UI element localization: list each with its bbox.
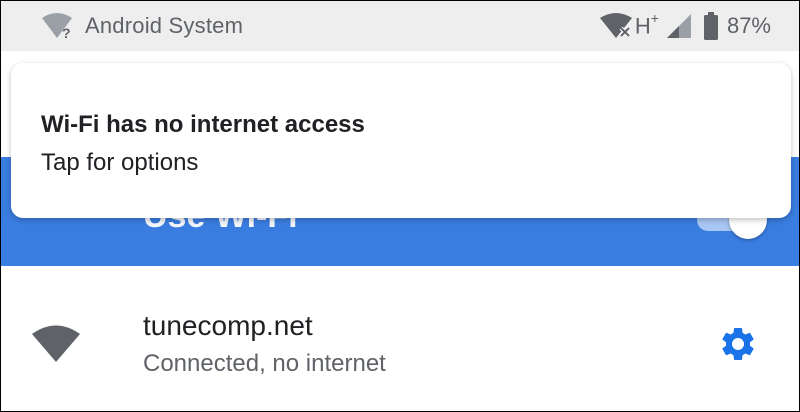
- notification-text: Tap for options: [41, 149, 199, 176]
- battery-icon: [703, 12, 718, 40]
- gear-icon[interactable]: [718, 324, 758, 364]
- wifi-signal-icon: [32, 325, 80, 362]
- network-name: tunecomp.net: [143, 310, 313, 341]
- status-bar: ? Android System H+ 87%: [1, 1, 799, 51]
- cell-signal-icon: [666, 14, 691, 38]
- svg-text:?: ?: [62, 25, 71, 40]
- status-app-name: Android System: [85, 13, 244, 38]
- network-type-indicator: H+: [634, 10, 659, 39]
- no-internet-notification[interactable]: Wi-Fi has no internet access Tap for opt…: [11, 63, 791, 218]
- status-bar-left: ? Android System: [41, 11, 243, 41]
- battery-percent: 87%: [726, 13, 771, 38]
- network-list-item[interactable]: tunecomp.net Connected, no internet: [1, 266, 799, 411]
- android-screen: ? Android System H+ 87% Use Wi-Fi: [0, 0, 800, 412]
- status-bar-right: H+ 87%: [599, 9, 771, 43]
- wifi-no-internet-icon: ?: [42, 13, 72, 40]
- network-status: Connected, no internet: [143, 350, 386, 377]
- wifi-x-icon: [599, 13, 632, 38]
- notification-title: Wi-Fi has no internet access: [41, 111, 365, 138]
